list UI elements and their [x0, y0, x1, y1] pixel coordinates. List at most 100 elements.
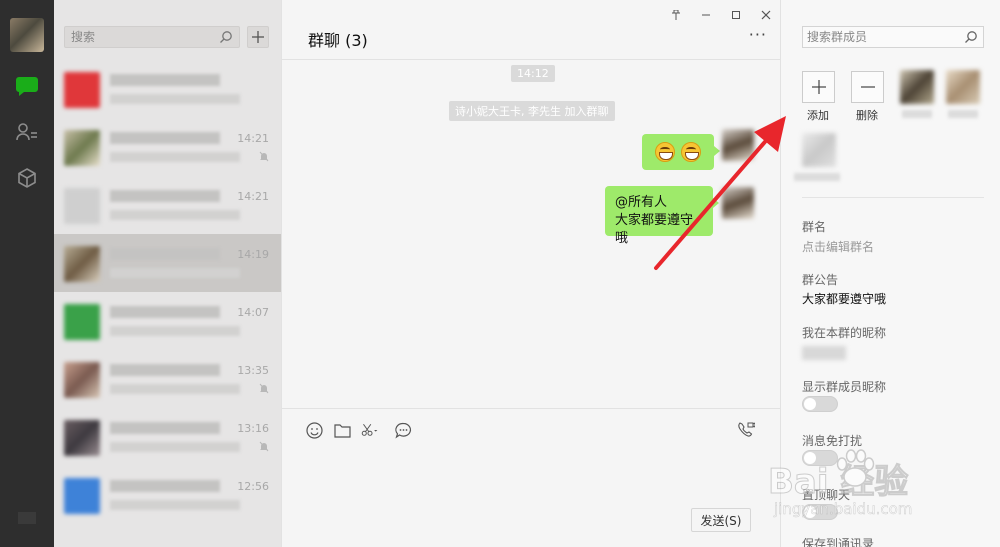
session-avatar [64, 362, 100, 398]
session-list: 14:21 14:21 14:19 14:07 13:35 13:16 [54, 0, 281, 547]
session-time: 14:21 [237, 190, 269, 203]
session-preview [110, 210, 240, 220]
menu-icon[interactable] [12, 503, 42, 533]
session-name [110, 480, 220, 492]
session-preview [110, 152, 240, 162]
contacts-icon[interactable] [12, 117, 42, 147]
search-input[interactable] [65, 27, 215, 47]
chat-history-icon[interactable] [394, 421, 412, 439]
session-time: 13:35 [237, 364, 269, 377]
member-name [948, 110, 978, 118]
pin-window-icon[interactable] [668, 8, 684, 22]
search-icon[interactable] [219, 30, 233, 47]
user-avatar[interactable] [10, 18, 44, 52]
session-avatar [64, 246, 100, 282]
remove-member-label: 删除 [856, 109, 878, 122]
chat-title: 群聊 (3) [308, 31, 368, 50]
more-options-button[interactable]: ··· [749, 27, 767, 43]
session-item[interactable] [54, 60, 281, 118]
session-preview [110, 500, 240, 510]
session-item[interactable]: 14:21 [54, 118, 281, 176]
folder-icon[interactable] [333, 421, 351, 439]
session-avatar [64, 72, 100, 108]
session-item[interactable]: 14:21 [54, 176, 281, 234]
session-name [110, 74, 220, 86]
session-item[interactable]: 13:35 [54, 350, 281, 408]
minus-icon [860, 86, 875, 88]
session-name [110, 248, 220, 260]
member-search[interactable] [802, 26, 984, 48]
session-item-active[interactable]: 14:19 [54, 234, 281, 292]
grin-emoji-icon [681, 142, 701, 162]
divider [802, 197, 984, 198]
favorites-icon[interactable] [12, 163, 42, 193]
member-name [794, 173, 840, 181]
mute-bell-icon [259, 383, 269, 397]
paw-logo-icon [836, 449, 875, 487]
session-item[interactable]: 12:56 [54, 466, 281, 524]
session-time: 14:07 [237, 306, 269, 319]
emoji-message-bubble[interactable] [642, 134, 720, 170]
session-name [110, 190, 220, 202]
message-mention: @所有人 [615, 195, 668, 210]
session-preview [110, 268, 240, 278]
emoji-icon[interactable] [305, 421, 323, 439]
session-avatar [64, 420, 100, 456]
create-chat-button[interactable] [247, 26, 269, 48]
session-preview [110, 442, 240, 452]
session-preview [110, 384, 240, 394]
session-name [110, 422, 220, 434]
session-avatar [64, 304, 100, 340]
session-name [110, 364, 220, 376]
session-search[interactable] [64, 26, 240, 48]
member-avatar[interactable] [802, 133, 836, 167]
send-button[interactable]: 发送(S) [691, 508, 751, 532]
search-icon[interactable] [964, 30, 978, 47]
chat-header: 群聊 (3) ··· [282, 0, 781, 60]
maximize-icon[interactable] [728, 8, 744, 22]
mute-bell-icon [259, 441, 269, 455]
member-avatar[interactable] [946, 70, 980, 104]
input-toolbar [282, 408, 781, 448]
mute-bell-icon [259, 151, 269, 165]
chat-icon[interactable] [12, 71, 42, 101]
group-notice-value[interactable]: 大家都要遵守哦 [802, 290, 886, 307]
group-name-label: 群名 [802, 220, 827, 234]
session-item[interactable]: 13:16 [54, 408, 281, 466]
member-search-input[interactable] [803, 27, 959, 47]
close-icon[interactable] [758, 8, 774, 22]
session-time: 14:21 [237, 132, 269, 145]
show-nickname-toggle[interactable] [802, 396, 838, 412]
plus-icon [811, 80, 826, 94]
session-preview [110, 326, 240, 336]
chat-panel: 群聊 (3) ··· 14:12 诗小妮大王卡, 李先生 加入群聊 @所有人 大… [281, 0, 781, 547]
my-nickname-value[interactable] [802, 346, 846, 360]
my-nickname-label: 我在本群的昵称 [802, 326, 887, 340]
sender-avatar[interactable] [722, 187, 754, 219]
session-name [110, 306, 220, 318]
plus-icon [252, 31, 264, 43]
member-name [902, 110, 932, 118]
session-item[interactable]: 14:07 [54, 292, 281, 350]
minimize-icon[interactable] [698, 8, 714, 22]
message-text: 大家都要遵守哦 [615, 213, 694, 246]
scissors-icon[interactable] [361, 421, 379, 439]
add-member-label: 添加 [807, 109, 829, 122]
add-member-button[interactable] [802, 71, 835, 103]
grin-emoji-icon [655, 142, 675, 162]
time-tip: 14:12 [511, 65, 555, 82]
remove-member-button[interactable] [851, 71, 884, 103]
session-time: 14:19 [237, 248, 269, 261]
text-message-bubble[interactable]: @所有人 大家都要遵守哦 [605, 186, 719, 246]
watermark-url: jingyan.baidu.com [774, 500, 913, 519]
session-time: 13:16 [237, 422, 269, 435]
session-name [110, 132, 220, 144]
nav-sidebar [0, 0, 54, 547]
group-name-value[interactable]: 点击编辑群名 [802, 238, 874, 255]
session-time: 12:56 [237, 480, 269, 493]
sender-avatar[interactable] [722, 129, 754, 161]
video-call-icon[interactable] [737, 421, 755, 439]
baidu-jingyan-watermark: Bai 经验 jingyan.baidu.com [767, 440, 1000, 540]
session-avatar [64, 188, 100, 224]
member-avatar[interactable] [900, 70, 934, 104]
